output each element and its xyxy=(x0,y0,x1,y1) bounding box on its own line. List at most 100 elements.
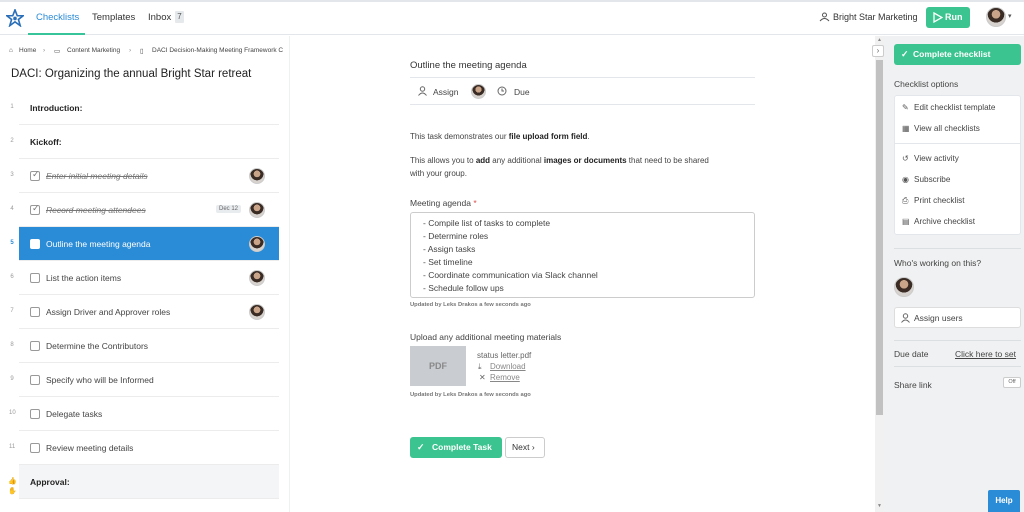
task-row[interactable]: 10 Delegate tasks xyxy=(9,397,279,431)
menu-edit-template[interactable]: Edit checklist template xyxy=(914,103,995,112)
nav-tab-templates[interactable]: Templates xyxy=(92,12,135,23)
task-assignee-avatar[interactable] xyxy=(249,270,265,286)
divider xyxy=(894,340,1021,341)
task-row[interactable]: Approval: xyxy=(19,465,279,499)
table-icon: ▦ xyxy=(902,124,910,133)
menu-view-all-checklists[interactable]: View all checklists xyxy=(914,124,980,133)
meeting-agenda-textarea[interactable]: - Compile list of tasks to complete - Det… xyxy=(410,212,755,298)
run-button[interactable]: Run xyxy=(926,7,970,28)
menu-print-checklist[interactable]: Print checklist xyxy=(914,196,965,205)
task-title: Outline the meeting agenda xyxy=(410,60,527,71)
task-number: 1 xyxy=(10,104,14,110)
task-row[interactable]: 8 Determine the Contributors xyxy=(10,329,279,363)
document-icon: ▯ xyxy=(140,48,144,55)
complete-task-label: Complete Task xyxy=(432,442,492,452)
task-row[interactable]: 3 Enter initial meeting details xyxy=(10,159,279,193)
task-label: Introduction: xyxy=(30,103,83,113)
assign-button[interactable]: Assign xyxy=(433,87,459,97)
agenda-field-label: Meeting agenda * xyxy=(410,198,477,208)
share-link-label: Share link xyxy=(894,380,932,390)
assignee-avatar[interactable] xyxy=(471,84,486,99)
task-checkbox[interactable] xyxy=(30,307,40,317)
breadcrumb-separator: › xyxy=(129,47,132,54)
task-row[interactable]: 9 Specify who will be Informed xyxy=(10,363,279,397)
clock-icon xyxy=(497,86,507,96)
task-checkbox[interactable] xyxy=(30,203,40,215)
task-checkbox[interactable] xyxy=(30,375,40,385)
checklist-options-menu: ✎ Edit checklist template ▦ View all che… xyxy=(894,95,1021,235)
divider xyxy=(410,77,755,78)
task-assignee-avatar[interactable] xyxy=(249,168,265,184)
due-date-label: Due date xyxy=(894,349,929,359)
archive-icon: ▤ xyxy=(902,217,910,226)
nav-tab-checklists[interactable]: Checklists xyxy=(36,12,79,23)
task-row[interactable]: 5 Outline the meeting agenda xyxy=(10,227,279,261)
run-label: Run xyxy=(945,12,963,22)
agenda-updated-by: Updated by Leks Drakos a few seconds ago xyxy=(410,302,531,308)
menu-subscribe[interactable]: Subscribe xyxy=(914,175,950,184)
divider xyxy=(410,104,755,105)
task-number: 4 xyxy=(10,206,14,212)
pdf-file-thumbnail[interactable]: PDF xyxy=(410,346,466,386)
text-segment: that need to be shared xyxy=(626,156,709,165)
thumbs-up-icon: 👍 xyxy=(8,478,17,485)
agenda-line: - Coordinate communication via Slack cha… xyxy=(423,269,598,280)
breadcrumb-template[interactable]: DACI Decision-Making Meeting Framework C xyxy=(152,47,290,54)
breadcrumb-home[interactable]: Home xyxy=(19,47,36,54)
download-link[interactable]: Download xyxy=(490,362,526,371)
task-assignee-avatar[interactable] xyxy=(249,304,265,320)
task-checkbox[interactable] xyxy=(30,239,40,249)
text-segment-bold: file upload form field xyxy=(508,132,588,141)
task-row[interactable]: 11 Review meeting details xyxy=(9,431,279,465)
printer-icon: ⎙ xyxy=(902,196,909,205)
task-checkbox[interactable] xyxy=(30,443,40,453)
set-due-date-link[interactable]: Click here to set xyxy=(955,349,1016,359)
task-assignee-avatar[interactable] xyxy=(249,236,265,252)
complete-checklist-button[interactable]: ✓ Complete checklist xyxy=(894,44,1021,65)
remove-link[interactable]: Remove xyxy=(490,373,520,382)
chevron-down-icon[interactable]: ▾ xyxy=(1008,12,1012,20)
task-number: 6 xyxy=(10,274,14,280)
task-number: 7 xyxy=(10,308,14,314)
assigned-user-avatar[interactable] xyxy=(894,277,914,297)
task-number: 9 xyxy=(10,376,14,382)
task-row[interactable]: 6 List the action items xyxy=(10,261,279,295)
task-checkbox[interactable] xyxy=(30,341,40,351)
due-button[interactable]: Due xyxy=(514,87,530,97)
organization-name[interactable]: Bright Star Marketing xyxy=(833,12,918,22)
agenda-line: - Compile list of tasks to complete xyxy=(423,218,551,228)
menu-view-activity[interactable]: View activity xyxy=(914,154,959,163)
next-task-button[interactable]: Next › xyxy=(505,437,545,458)
task-row[interactable]: 1 Introduction: xyxy=(10,91,279,125)
help-button[interactable]: Help xyxy=(988,490,1020,512)
next-label: Next xyxy=(512,442,530,452)
task-row[interactable]: 7 Assign Driver and Approver roles xyxy=(10,295,279,329)
upload-updated-by: Updated by Leks Drakos a few seconds ago xyxy=(410,392,531,398)
task-row[interactable]: 2 Kickoff: xyxy=(10,125,279,159)
scroll-down-arrow[interactable]: ▼ xyxy=(877,503,882,509)
share-link-toggle[interactable]: Off xyxy=(1003,377,1021,388)
checklist-options-heading: Checklist options xyxy=(894,79,959,89)
task-checkbox[interactable] xyxy=(30,409,40,419)
task-row[interactable]: 4 Record meeting attendees Dec 12 xyxy=(10,193,279,227)
task-checkbox[interactable] xyxy=(30,273,40,283)
assign-users-button[interactable]: Assign users xyxy=(894,307,1021,328)
complete-task-button[interactable]: ✓ Complete Task xyxy=(410,437,502,458)
scroll-up-arrow[interactable]: ▲ xyxy=(877,37,882,43)
nav-tab-inbox[interactable]: Inbox xyxy=(148,12,171,23)
task-label: Kickoff: xyxy=(30,137,62,147)
task-label: Outline the meeting agenda xyxy=(46,239,151,249)
process-street-logo-icon[interactable] xyxy=(6,9,24,27)
divider xyxy=(894,248,1021,249)
scrollbar-thumb[interactable] xyxy=(876,60,883,415)
user-avatar[interactable] xyxy=(986,7,1006,27)
breadcrumb-separator: › xyxy=(43,47,46,54)
check-icon: ✓ xyxy=(417,442,425,452)
collapse-panel-button[interactable]: › xyxy=(872,45,884,57)
task-number: 11 xyxy=(9,444,16,450)
breadcrumb-folder[interactable]: Content Marketing xyxy=(67,47,120,54)
menu-archive-checklist[interactable]: Archive checklist xyxy=(914,217,975,226)
task-assignee-avatar[interactable] xyxy=(249,202,265,218)
task-checkbox[interactable] xyxy=(30,169,40,181)
text-segment: . xyxy=(587,132,590,141)
